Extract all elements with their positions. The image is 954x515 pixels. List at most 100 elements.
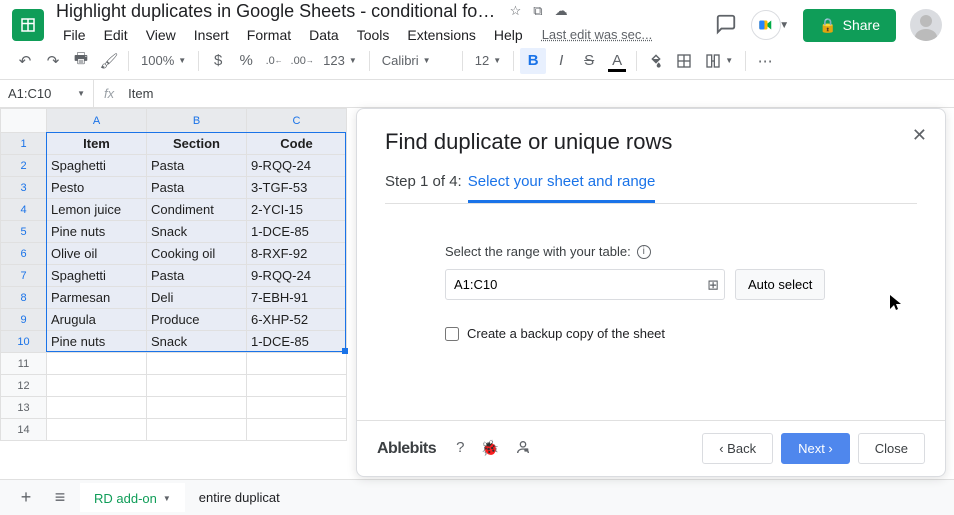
cell[interactable]: Lemon juice (47, 199, 147, 221)
cell[interactable]: 3-TGF-53 (247, 177, 347, 199)
back-button[interactable]: ‹ Back (702, 433, 773, 464)
cell[interactable] (247, 375, 347, 397)
column-header[interactable]: A (47, 109, 147, 133)
cell[interactable]: Olive oil (47, 243, 147, 265)
cell[interactable]: 7-EBH-91 (247, 287, 347, 309)
font-dropdown[interactable]: Calibri▼ (376, 48, 456, 74)
row-header[interactable]: 8 (1, 287, 47, 309)
cell[interactable]: Item (47, 133, 147, 155)
menu-view[interactable]: View (139, 25, 183, 45)
cell[interactable]: Arugula (47, 309, 147, 331)
bug-icon[interactable]: 🐞 (480, 439, 499, 459)
ablebits-account-icon[interactable] (515, 439, 531, 459)
cell[interactable] (147, 397, 247, 419)
backup-checkbox[interactable] (445, 327, 459, 341)
row-header[interactable]: 5 (1, 221, 47, 243)
cell[interactable] (47, 397, 147, 419)
cell[interactable]: 9-RQQ-24 (247, 155, 347, 177)
cell[interactable] (247, 353, 347, 375)
print-button[interactable]: 🖶 (68, 48, 94, 74)
fx-icon[interactable]: fx (94, 86, 124, 101)
row-header[interactable]: 7 (1, 265, 47, 287)
cell[interactable]: 1-DCE-85 (247, 221, 347, 243)
menu-extensions[interactable]: Extensions (400, 25, 482, 45)
close-icon[interactable]: ✕ (912, 125, 927, 146)
cell[interactable]: Section (147, 133, 247, 155)
menu-insert[interactable]: Insert (187, 25, 236, 45)
percent-button[interactable]: % (233, 48, 259, 74)
cell[interactable]: Condiment (147, 199, 247, 221)
cell[interactable]: Produce (147, 309, 247, 331)
sheet-tab[interactable]: entire duplicat (185, 483, 294, 512)
help-icon[interactable]: ? (456, 439, 464, 459)
step-link[interactable]: Select your sheet and range (468, 173, 656, 203)
auto-select-button[interactable]: Auto select (735, 269, 825, 300)
cell[interactable] (47, 419, 147, 441)
menu-tools[interactable]: Tools (350, 25, 397, 45)
cell[interactable]: Snack (147, 221, 247, 243)
cell[interactable]: 8-RXF-92 (247, 243, 347, 265)
cell[interactable]: Pesto (47, 177, 147, 199)
row-header[interactable]: 14 (1, 419, 47, 441)
row-header[interactable]: 10 (1, 331, 47, 353)
cell[interactable]: 2-YCI-15 (247, 199, 347, 221)
cell[interactable]: 9-RQQ-24 (247, 265, 347, 287)
zoom-dropdown[interactable]: 100%▼ (135, 48, 192, 74)
italic-button[interactable]: I (548, 48, 574, 74)
row-header[interactable]: 12 (1, 375, 47, 397)
column-header[interactable]: B (147, 109, 247, 133)
cell[interactable]: Pasta (147, 265, 247, 287)
currency-button[interactable]: $ (205, 48, 231, 74)
cell[interactable] (47, 353, 147, 375)
menu-help[interactable]: Help (487, 25, 530, 45)
move-icon[interactable]: ⧉ (533, 3, 542, 19)
star-icon[interactable]: ☆ (510, 3, 522, 19)
cell[interactable]: Snack (147, 331, 247, 353)
cell[interactable]: Deli (147, 287, 247, 309)
paint-format-button[interactable]: 🖌 (96, 48, 122, 74)
menu-edit[interactable]: Edit (97, 25, 135, 45)
merge-cells-button[interactable]: ▼ (699, 48, 739, 74)
info-icon[interactable]: i (637, 245, 651, 259)
cell[interactable] (247, 397, 347, 419)
select-range-icon[interactable]: ⊞ (707, 276, 719, 293)
account-avatar[interactable] (910, 9, 942, 41)
cell[interactable]: Parmesan (47, 287, 147, 309)
cell[interactable]: Cooking oil (147, 243, 247, 265)
row-header[interactable]: 9 (1, 309, 47, 331)
row-header[interactable]: 2 (1, 155, 47, 177)
range-input[interactable] (445, 269, 725, 300)
share-button[interactable]: 🔒 Share (803, 9, 896, 42)
menu-data[interactable]: Data (302, 25, 346, 45)
strikethrough-button[interactable]: S (576, 48, 602, 74)
increase-decimal-button[interactable]: .00→ (289, 48, 315, 74)
cell[interactable]: Spaghetti (47, 155, 147, 177)
toolbar-more-button[interactable]: ⋯ (752, 48, 778, 74)
formula-bar[interactable] (124, 86, 954, 101)
bold-button[interactable]: B (520, 48, 546, 74)
comments-icon[interactable] (715, 13, 737, 38)
cell[interactable] (147, 419, 247, 441)
fill-color-button[interactable] (643, 48, 669, 74)
row-header[interactable]: 13 (1, 397, 47, 419)
cloud-status-icon[interactable]: ☁ (555, 3, 568, 19)
font-size-dropdown[interactable]: 12▼ (469, 48, 507, 74)
add-sheet-button[interactable]: + (12, 484, 40, 512)
menu-format[interactable]: Format (240, 25, 298, 45)
cell[interactable]: 1-DCE-85 (247, 331, 347, 353)
name-box[interactable]: A1:C10▼ (0, 80, 94, 107)
sheet-tab[interactable]: RD add-on▼ (80, 483, 185, 512)
cell[interactable] (147, 353, 247, 375)
meet-icon[interactable] (751, 10, 781, 40)
document-title[interactable]: Highlight duplicates in Google Sheets - … (56, 1, 496, 22)
row-header[interactable]: 11 (1, 353, 47, 375)
text-color-button[interactable]: A (604, 48, 630, 74)
last-edit-link[interactable]: Last edit was sec... (542, 27, 653, 42)
cell[interactable]: Pine nuts (47, 331, 147, 353)
next-button[interactable]: Next › (781, 433, 850, 464)
undo-button[interactable]: ↶ (12, 48, 38, 74)
redo-button[interactable]: ↷ (40, 48, 66, 74)
cell[interactable]: Spaghetti (47, 265, 147, 287)
borders-button[interactable] (671, 48, 697, 74)
cell[interactable]: 6-XHP-52 (247, 309, 347, 331)
